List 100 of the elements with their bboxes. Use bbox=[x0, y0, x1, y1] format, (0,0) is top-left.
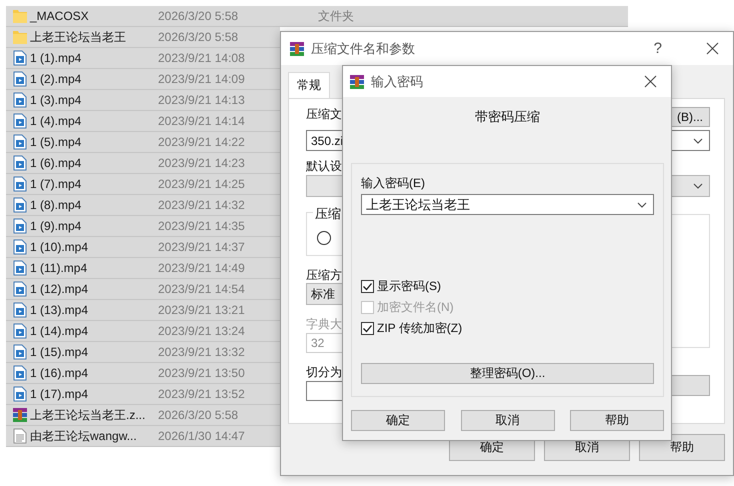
file-row[interactable]: 上老王论坛当老王.z... 2026/3/20 5:58 bbox=[6, 405, 280, 426]
folder-icon bbox=[12, 29, 28, 45]
video-file-icon bbox=[12, 134, 28, 150]
file-date: 2023/9/21 14:08 bbox=[158, 51, 245, 65]
video-file-icon bbox=[12, 323, 28, 339]
folder-icon bbox=[12, 8, 28, 24]
file-date: 2023/9/21 14:09 bbox=[158, 72, 245, 86]
file-row[interactable]: 1 (14).mp4 2023/9/21 13:24 bbox=[6, 321, 280, 342]
video-file-icon bbox=[12, 281, 28, 297]
file-row[interactable]: 1 (10).mp4 2023/9/21 14:37 bbox=[6, 237, 280, 258]
close-icon bbox=[706, 42, 719, 55]
file-date: 2026/1/30 14:47 bbox=[158, 429, 245, 443]
file-row[interactable]: 上老王论坛当老王 2026/3/20 5:58 bbox=[6, 27, 280, 48]
dialog-button[interactable]: 帮助 bbox=[570, 410, 664, 431]
video-file-icon bbox=[12, 50, 28, 66]
chevron-icon bbox=[637, 202, 647, 208]
video-file-icon bbox=[12, 260, 28, 276]
file-name: 1 (6).mp4 bbox=[30, 156, 82, 170]
file-name: 1 (8).mp4 bbox=[30, 198, 82, 212]
file-date: 2026/3/20 5:58 bbox=[158, 408, 238, 422]
file-name: 1 (4).mp4 bbox=[30, 114, 82, 128]
file-date: 2026/3/20 5:58 bbox=[158, 30, 238, 44]
checkbox-option[interactable]: ZIP 传统加密(Z) bbox=[361, 321, 462, 335]
field-label: 输入密码(E) bbox=[361, 176, 425, 191]
file-date: 2023/9/21 14:23 bbox=[158, 156, 245, 170]
file-name: 1 (12).mp4 bbox=[30, 282, 90, 296]
file-type: 文件夹 bbox=[318, 8, 354, 24]
video-file-icon bbox=[12, 113, 28, 129]
help-button[interactable]: ? bbox=[654, 40, 662, 57]
video-file-icon bbox=[12, 218, 28, 234]
checkbox[interactable] bbox=[361, 280, 374, 292]
file-date: 2023/9/21 14:22 bbox=[158, 135, 245, 149]
file-name: 1 (15).mp4 bbox=[30, 345, 90, 359]
file-date: 2023/9/21 14:54 bbox=[158, 282, 245, 296]
file-row[interactable]: 1 (1).mp4 2023/9/21 14:08 bbox=[6, 48, 280, 69]
field-label: 默认设 bbox=[306, 159, 342, 174]
file-name: 1 (14).mp4 bbox=[30, 324, 90, 338]
file-row[interactable]: _MACOSX 2026/3/20 5:58 文件夹 bbox=[6, 6, 628, 27]
file-row[interactable]: 1 (7).mp4 2023/9/21 14:25 bbox=[6, 174, 280, 195]
video-file-icon bbox=[12, 365, 28, 381]
file-date: 2023/9/21 14:37 bbox=[158, 240, 245, 254]
file-name: 1 (5).mp4 bbox=[30, 135, 82, 149]
file-row[interactable]: 1 (16).mp4 2023/9/21 13:50 bbox=[6, 363, 280, 384]
tab[interactable]: 常规 bbox=[288, 72, 330, 98]
video-file-icon bbox=[12, 176, 28, 192]
field-label: 切分为 bbox=[306, 365, 342, 380]
close-icon bbox=[644, 75, 657, 88]
text-file-icon bbox=[12, 428, 28, 444]
video-file-icon bbox=[12, 386, 28, 402]
file-name: 1 (1).mp4 bbox=[30, 51, 82, 65]
archive-icon bbox=[12, 407, 28, 423]
file-name: 1 (7).mp4 bbox=[30, 177, 82, 191]
file-date: 2026/3/20 5:58 bbox=[158, 9, 240, 23]
file-row[interactable]: 1 (13).mp4 2023/9/21 13:21 bbox=[6, 300, 280, 321]
field-label: 压缩方 bbox=[306, 268, 342, 283]
file-row[interactable]: 1 (9).mp4 2023/9/21 14:35 bbox=[6, 216, 280, 237]
file-name: 1 (13).mp4 bbox=[30, 303, 90, 317]
checkbox[interactable] bbox=[361, 322, 374, 334]
password-field[interactable]: 上老王论坛当老王 bbox=[361, 194, 654, 215]
file-date: 2023/9/21 14:14 bbox=[158, 114, 245, 128]
file-date: 2023/9/21 14:35 bbox=[158, 219, 245, 233]
organize-button[interactable]: 整理密码(O)... bbox=[361, 363, 654, 384]
dialog-button[interactable]: 帮助 bbox=[639, 434, 725, 461]
radio-button[interactable] bbox=[317, 231, 331, 245]
file-row[interactable]: 1 (4).mp4 2023/9/21 14:14 bbox=[6, 111, 280, 132]
file-date: 2023/9/21 14:25 bbox=[158, 177, 245, 191]
file-date: 2023/9/21 13:52 bbox=[158, 387, 245, 401]
file-row[interactable]: 1 (5).mp4 2023/9/21 14:22 bbox=[6, 132, 280, 153]
file-name: 上老王论坛当老王 bbox=[30, 28, 127, 46]
file-row[interactable]: 1 (3).mp4 2023/9/21 14:13 bbox=[6, 90, 280, 111]
file-date: 2023/9/21 14:13 bbox=[158, 93, 245, 107]
video-file-icon bbox=[12, 239, 28, 255]
file-row[interactable]: 1 (17).mp4 2023/9/21 13:52 bbox=[6, 384, 280, 405]
file-row[interactable]: 1 (15).mp4 2023/9/21 13:32 bbox=[6, 342, 280, 363]
archive-icon bbox=[349, 74, 365, 90]
file-date: 2023/9/21 14:32 bbox=[158, 198, 245, 212]
file-name: 1 (11).mp4 bbox=[30, 261, 88, 275]
file-row[interactable]: 1 (8).mp4 2023/9/21 14:32 bbox=[6, 195, 280, 216]
video-file-icon bbox=[12, 92, 28, 108]
file-date: 2023/9/21 13:32 bbox=[158, 345, 245, 359]
file-row[interactable]: 1 (11).mp4 2023/9/21 14:49 bbox=[6, 258, 280, 279]
chevron-icon bbox=[693, 138, 703, 144]
archive-icon bbox=[289, 40, 305, 56]
checkbox-option[interactable]: 显示密码(S) bbox=[361, 279, 441, 293]
file-name: 1 (2).mp4 bbox=[30, 72, 82, 86]
file-date: 2023/9/21 14:49 bbox=[158, 261, 245, 275]
file-name: 由老王论坛wangw... bbox=[30, 428, 138, 444]
file-name: 1 (17).mp4 bbox=[30, 387, 90, 401]
file-row[interactable]: 1 (12).mp4 2023/9/21 14:54 bbox=[6, 279, 280, 300]
dialog-heading: 带密码压缩 bbox=[474, 108, 541, 126]
window-title: 压缩文件名和参数 bbox=[311, 40, 415, 58]
file-name: 1 (16).mp4 bbox=[30, 366, 90, 380]
file-row[interactable]: 由老王论坛wangw... 2026/1/30 14:47 bbox=[6, 426, 280, 447]
file-row[interactable]: 1 (2).mp4 2023/9/21 14:09 bbox=[6, 69, 280, 90]
dialog-button[interactable]: 确定 bbox=[351, 410, 445, 431]
video-file-icon bbox=[12, 302, 28, 318]
file-name: 1 (9).mp4 bbox=[30, 219, 82, 233]
dialog-button[interactable]: 取消 bbox=[460, 410, 554, 431]
file-name: 上老王论坛当老王.z... bbox=[30, 406, 146, 424]
file-row[interactable]: 1 (6).mp4 2023/9/21 14:23 bbox=[6, 153, 280, 174]
